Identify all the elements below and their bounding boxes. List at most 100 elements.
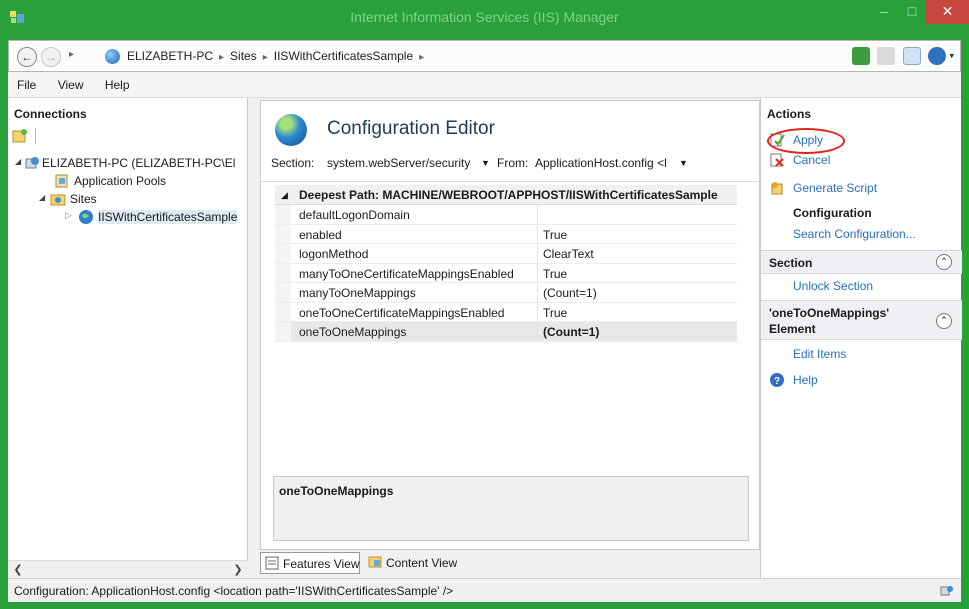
section-group-title: Section — [769, 256, 813, 270]
generate-script-action[interactable]: Generate Script — [761, 178, 962, 198]
breadcrumb-separator-icon: ▸ — [419, 52, 425, 63]
tree-item-site[interactable]: ▷ IISWithCertificatesSample — [8, 208, 248, 226]
website-globe-icon — [79, 210, 93, 224]
collapse-group-icon[interactable]: ◢ — [281, 190, 288, 201]
expanded-arrow-icon[interactable]: ◢ — [15, 157, 21, 166]
sites-folder-icon — [50, 194, 66, 206]
connect-icon[interactable] — [852, 47, 871, 65]
tree-item-app-pools[interactable]: Application Pools — [8, 172, 248, 190]
forward-button[interactable]: → — [41, 47, 61, 67]
home-icon[interactable] — [902, 47, 921, 65]
grid-row-default-logon-domain[interactable]: defaultLogonDomain — [275, 205, 737, 225]
unlock-section-action[interactable]: Unlock Section — [761, 276, 962, 296]
maximize-button[interactable]: □ — [898, 0, 926, 24]
grid-row-logon-method[interactable]: logonMethod ClearText — [275, 244, 737, 264]
grid-row-one-to-one-mappings[interactable]: oneToOneMappings (Count=1) — [275, 322, 737, 342]
row-gutter — [275, 224, 291, 243]
row-gutter — [275, 322, 291, 341]
configuration-editor: Configuration Editor Section: system.web… — [260, 100, 760, 550]
expanded-arrow-icon[interactable]: ◢ — [39, 193, 45, 202]
scroll-left-icon[interactable]: ❮ — [10, 562, 26, 578]
column-split — [537, 263, 538, 282]
breadcrumb-sites[interactable]: Sites — [230, 49, 257, 63]
svg-text:?: ? — [774, 376, 780, 387]
property-name: logonMethod — [299, 247, 369, 261]
tree-label-app-pools: Application Pools — [74, 174, 167, 188]
address-chevron-icon: ▸ — [69, 49, 75, 60]
property-grid: ◢ Deepest Path: MACHINE/WEBROOT/APPHOST/… — [275, 185, 737, 342]
row-gutter — [275, 302, 291, 321]
minimize-button[interactable]: – — [870, 0, 898, 24]
column-split — [537, 322, 538, 341]
client-area: Connections ◢ ELIZABETH-PC (ELIZABETH-PC… — [8, 98, 962, 578]
collapsed-arrow-icon[interactable]: ▷ — [65, 210, 72, 221]
configuration-heading: Configuration — [793, 206, 872, 220]
title-bar: Internet Information Services (IIS) Mana… — [0, 0, 969, 34]
property-name: oneToOneCertificateMappingsEnabled — [299, 305, 505, 320]
search-configuration-action[interactable]: Search Configuration... — [761, 224, 962, 244]
element-group-header[interactable]: 'oneToOneMappings' Element ⌃ — [761, 300, 962, 340]
close-button[interactable]: ✕ — [926, 0, 969, 24]
element-group-title-line1: 'oneToOneMappings' — [769, 306, 890, 320]
tab-content-view[interactable]: Content View — [364, 552, 464, 574]
search-configuration-label: Search Configuration... — [793, 227, 916, 241]
back-button[interactable]: ← — [17, 47, 37, 67]
breadcrumb-server[interactable]: ELIZABETH-PC — [127, 49, 213, 63]
section-dropdown[interactable]: system.webServer/security — [327, 156, 479, 170]
column-split — [537, 205, 538, 224]
menu-file[interactable]: File — [8, 72, 45, 92]
stop-icon[interactable] — [877, 47, 896, 65]
collapse-element-icon[interactable]: ⌃ — [936, 313, 952, 329]
grid-row-enabled[interactable]: enabled True — [275, 224, 737, 244]
menu-help[interactable]: Help — [96, 72, 139, 92]
tree-item-sites[interactable]: ◢ Sites — [8, 190, 248, 208]
connections-tree: ◢ ELIZABETH-PC (ELIZABETH-PC\El Applicat… — [8, 154, 248, 226]
toolbar-divider — [35, 128, 37, 144]
edit-items-action[interactable]: Edit Items — [761, 344, 962, 364]
property-value[interactable]: (Count=1) — [543, 286, 597, 300]
property-value[interactable]: ClearText — [543, 247, 594, 261]
tab-features-view[interactable]: Features View — [260, 552, 360, 574]
property-name: oneToOneMappings — [299, 325, 407, 339]
from-dropdown[interactable]: ApplicationHost.config <l — [535, 156, 675, 170]
help-action[interactable]: ? Help — [761, 370, 962, 390]
property-name: manyToOneCertificateMappingsEnabled — [299, 266, 514, 281]
section-group-header[interactable]: Section ⌃ — [761, 250, 962, 274]
grid-row-many-to-one-mappings[interactable]: manyToOneMappings (Count=1) — [275, 283, 737, 303]
collapse-section-icon[interactable]: ⌃ — [936, 254, 952, 270]
column-split — [537, 244, 538, 263]
server-icon — [25, 157, 39, 169]
help-icon[interactable] — [928, 47, 947, 65]
create-connection-icon[interactable] — [12, 128, 28, 144]
property-value[interactable]: True — [543, 306, 567, 320]
grid-row-many-to-one-enabled[interactable]: manyToOneCertificateMappingsEnabled True — [275, 263, 737, 283]
network-status-icon — [940, 586, 953, 596]
property-value[interactable]: True — [543, 228, 567, 242]
features-view-icon — [265, 556, 279, 570]
tab-features-label: Features View — [283, 557, 360, 571]
menu-view[interactable]: View — [49, 72, 93, 92]
grid-header-path: Deepest Path: MACHINE/WEBROOT/APPHOST/II… — [299, 188, 718, 202]
property-value[interactable]: True — [543, 267, 567, 281]
grid-row-one-to-one-enabled[interactable]: oneToOneCertificateMappingsEnabled True — [275, 302, 737, 322]
property-value[interactable]: (Count=1) — [543, 325, 599, 339]
column-split — [537, 283, 538, 302]
center-pane: Configuration Editor Section: system.web… — [254, 98, 764, 578]
breadcrumb: ELIZABETH-PC ▸ Sites ▸ IISWithCertificatesSa… — [127, 49, 430, 63]
connections-toolbar — [12, 128, 37, 148]
from-dropdown-arrow-icon[interactable]: ▼ — [679, 158, 688, 168]
grid-header: ◢ Deepest Path: MACHINE/WEBROOT/APPHOST/… — [275, 185, 737, 205]
scroll-right-icon[interactable]: ❯ — [230, 562, 246, 578]
help-dropdown-icon[interactable]: ▾ — [949, 51, 954, 61]
property-description-box: oneToOneMappings — [273, 476, 749, 541]
editor-divider — [261, 181, 759, 182]
menu-bar: File View Help — [8, 72, 961, 98]
cancel-label: Cancel — [793, 153, 831, 167]
tree-label-sites: Sites — [70, 192, 97, 206]
breadcrumb-separator-icon: ▸ — [262, 52, 268, 63]
tab-content-label: Content View — [386, 556, 458, 570]
section-dropdown-arrow-icon[interactable]: ▼ — [481, 158, 490, 168]
tree-item-server[interactable]: ◢ ELIZABETH-PC (ELIZABETH-PC\El — [8, 154, 248, 172]
horizontal-scrollbar[interactable]: ❮ ❯ — [8, 560, 248, 578]
breadcrumb-site[interactable]: IISWithCertificatesSample — [274, 49, 413, 63]
